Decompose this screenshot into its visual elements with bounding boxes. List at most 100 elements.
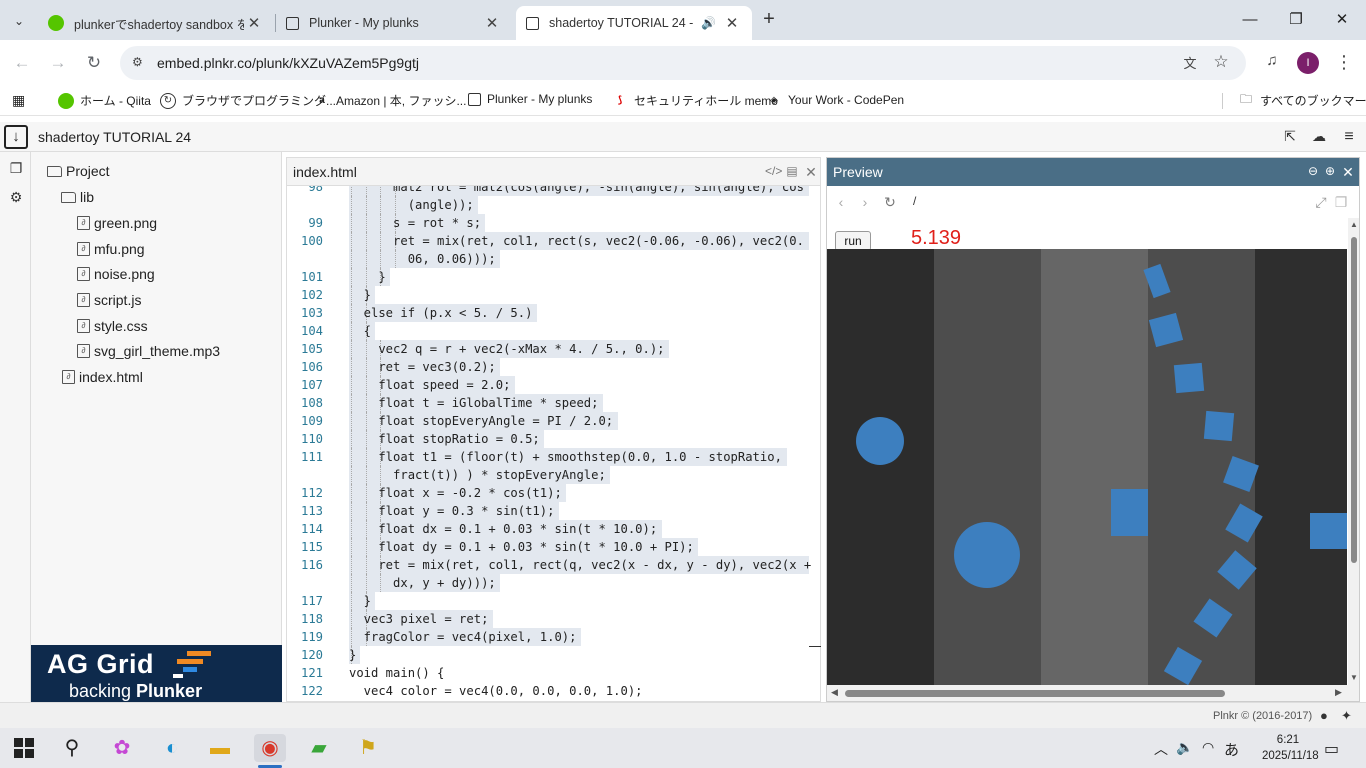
bookmark-star-icon[interactable]: ☆ [1211,52,1231,72]
file-icon[interactable]: ▤ [784,164,800,180]
plunker-logo-icon[interactable]: ↓ [4,125,28,149]
run-button[interactable]: run [835,231,871,251]
speaker-icon[interactable]: 🔊 [701,16,716,30]
tree-file-style-css[interactable]: ∂ style.css [77,318,148,334]
code-line[interactable]: fract(t)) ) * stopEveryAngle; [287,466,820,484]
new-tab-button[interactable]: + [758,8,780,32]
tree-file-noise-png[interactable]: ∂ noise.png [77,266,155,282]
close-preview-icon[interactable]: ✕ [1340,164,1356,180]
zoom-out-icon[interactable]: ⊖ [1305,164,1321,180]
code-line[interactable]: 105 vec2 q = r + vec2(-xMax * 4. / 5., 0… [287,340,820,358]
media-control-icon[interactable]: ♫ [1260,52,1284,76]
forward-arrow-icon[interactable]: → [46,52,70,76]
close-window-button[interactable]: ✕ [1322,8,1362,32]
bookmark-amazon[interactable]: a Amazon | 本, ファッシ... [314,92,466,109]
code-line[interactable]: 115 float dy = 0.1 + 0.03 * sin(t * 10.0… [287,538,820,556]
vertical-scroll-thumb[interactable] [1351,237,1357,563]
popout-icon[interactable]: ❐ [1333,194,1349,210]
preview-path[interactable]: / [913,194,916,208]
wifi-icon[interactable]: ◠ [1202,739,1214,756]
scroll-right-icon[interactable]: ▶ [1335,687,1342,698]
file-explorer-icon[interactable]: ▬ [204,734,236,762]
code-line[interactable]: 113 float y = 0.3 * sin(t1); [287,502,820,520]
search-icon[interactable]: ⚲ [56,734,88,762]
preview-back-icon[interactable]: ‹ [833,194,849,210]
notifications-icon[interactable]: ▭ [1324,739,1339,759]
code-line[interactable]: 106 ret = vec3(0.2); [287,358,820,376]
code-line[interactable]: 109 float stopEveryAngle = PI / 2.0; [287,412,820,430]
code-line[interactable]: 118 vec3 pixel = ret; [287,610,820,628]
tab-shadertoy-tutorial[interactable]: shadertoy TUTORIAL 24 - Pl 🔊 ✕ [516,6,752,40]
profile-avatar[interactable]: I [1297,52,1319,74]
edge-icon[interactable]: ◐ [156,734,188,762]
settings-gear-icon[interactable]: ⚙ [7,189,25,207]
tree-folder-project[interactable]: Project [47,163,110,179]
bookmark-security-memo[interactable]: ⟆ セキュリティホール memo [612,92,778,109]
files-icon[interactable]: ❐ [7,160,25,178]
tab-plunker-my-plunks[interactable]: Plunker - My plunks ✕ [276,6,512,40]
scroll-down-icon[interactable]: ▼ [1350,673,1358,682]
volume-icon[interactable]: 🔈 [1176,739,1193,756]
code-line[interactable]: 99 s = rot * s; [287,214,820,232]
back-arrow-icon[interactable]: ← [10,52,34,76]
restore-button[interactable]: ❐ [1276,8,1316,32]
open-external-icon[interactable]: ⇱ [1281,128,1299,146]
tab-close-icon[interactable]: ✕ [244,14,264,32]
tab-close-icon[interactable]: ✕ [722,14,742,32]
code-line[interactable]: (angle)); [287,196,820,214]
code-line[interactable]: 98 mat2 rot = mat2(cos(angle), -sin(angl… [287,186,820,196]
fullscreen-icon[interactable]: ⤢ [1313,194,1329,210]
code-line[interactable]: 110 float stopRatio = 0.5; [287,430,820,448]
all-bookmarks-folder[interactable]: 🗀 すべてのブックマーク [1238,92,1366,109]
bookmark-codepen[interactable]: ◈ Your Work - CodePen [766,92,904,108]
tree-folder-lib[interactable]: lib [61,189,94,205]
menu-kebab-icon[interactable]: ⋮ [1332,52,1356,76]
code-line[interactable]: 101 } [287,268,820,286]
code-line[interactable]: 103 else if (p.x < 5. / 5.) [287,304,820,322]
code-line[interactable]: 119 fragColor = vec4(pixel, 1.0); [287,628,820,646]
horizontal-scroll-thumb[interactable] [845,690,1225,697]
code-line[interactable]: 116 ret = mix(ret, col1, rect(q, vec2(x … [287,556,820,574]
tab-close-icon[interactable]: ✕ [482,14,502,32]
system-clock[interactable]: 6:21 2025/11/18 [1262,732,1319,764]
code-line[interactable]: 111 float t1 = (floor(t) + smoothstep(0.… [287,448,820,466]
tab-qiita[interactable]: plunkerでshadertoy sandbox を ✕ [38,6,274,40]
reload-icon[interactable]: ↻ [82,52,106,76]
app-icon[interactable]: ⚑ [352,734,384,762]
code-line[interactable]: 107 float speed = 2.0; [287,376,820,394]
code-line[interactable]: 120} [287,646,820,664]
ag-grid-ad[interactable]: AG Grid backing Plunker [31,645,282,702]
tree-file-script-js[interactable]: ∂ script.js [77,292,141,308]
bookmark-browser-programming[interactable]: ↻ ブラウザでプログラミング... [160,92,336,109]
editor-filename[interactable]: index.html [293,164,357,180]
tree-file-green-png[interactable]: ∂ green.png [77,215,157,231]
code-line[interactable]: 06, 0.06))); [287,250,820,268]
site-info-icon[interactable]: ⚙ [132,55,148,71]
preview-vertical-scrollbar[interactable]: ▲ ▼ [1348,218,1359,685]
preview-forward-icon[interactable]: › [857,194,873,210]
tree-file-index-html[interactable]: ∂ index.html [62,369,143,385]
scroll-left-icon[interactable]: ◀ [831,687,838,698]
code-line[interactable]: 100 ret = mix(ret, col1, rect(s, vec2(-0… [287,232,820,250]
code-line[interactable]: 104 { [287,322,820,340]
download-cloud-icon[interactable]: ☁ [1310,128,1328,146]
bookmark-plunker[interactable]: Plunker - My plunks [468,92,592,106]
tray-overflow-icon[interactable]: ︿ [1154,739,1168,759]
scroll-up-icon[interactable]: ▲ [1350,220,1358,229]
preview-refresh-icon[interactable]: ↻ [882,194,898,210]
code-line[interactable]: 108 float t = iGlobalTime * speed; [287,394,820,412]
tree-file-mfu-png[interactable]: ∂ mfu.png [77,241,145,257]
code-view-icon[interactable]: </> [765,164,782,180]
shader-canvas[interactable] [827,249,1347,685]
translate-icon[interactable]: 文 [1180,53,1200,73]
minimize-button[interactable]: — [1230,8,1270,32]
close-editor-icon[interactable]: ✕ [803,164,819,180]
code-area[interactable]: 98 mat2 rot = mat2(cos(angle), -sin(angl… [287,186,820,701]
apps-grid-icon[interactable]: ▦ [12,92,25,109]
hamburger-menu-icon[interactable]: ≡ [1340,128,1358,146]
url-text[interactable]: embed.plnkr.co/plunk/kXZuVAZem5Pg9gtj [157,55,419,71]
bookmark-qiita[interactable]: ホーム - Qiita [58,92,151,109]
preview-horizontal-scrollbar[interactable]: ◀ ▶ [827,685,1359,701]
copilot-icon[interactable]: ✿ [106,734,138,762]
app-icon[interactable]: ▰ [303,734,335,762]
